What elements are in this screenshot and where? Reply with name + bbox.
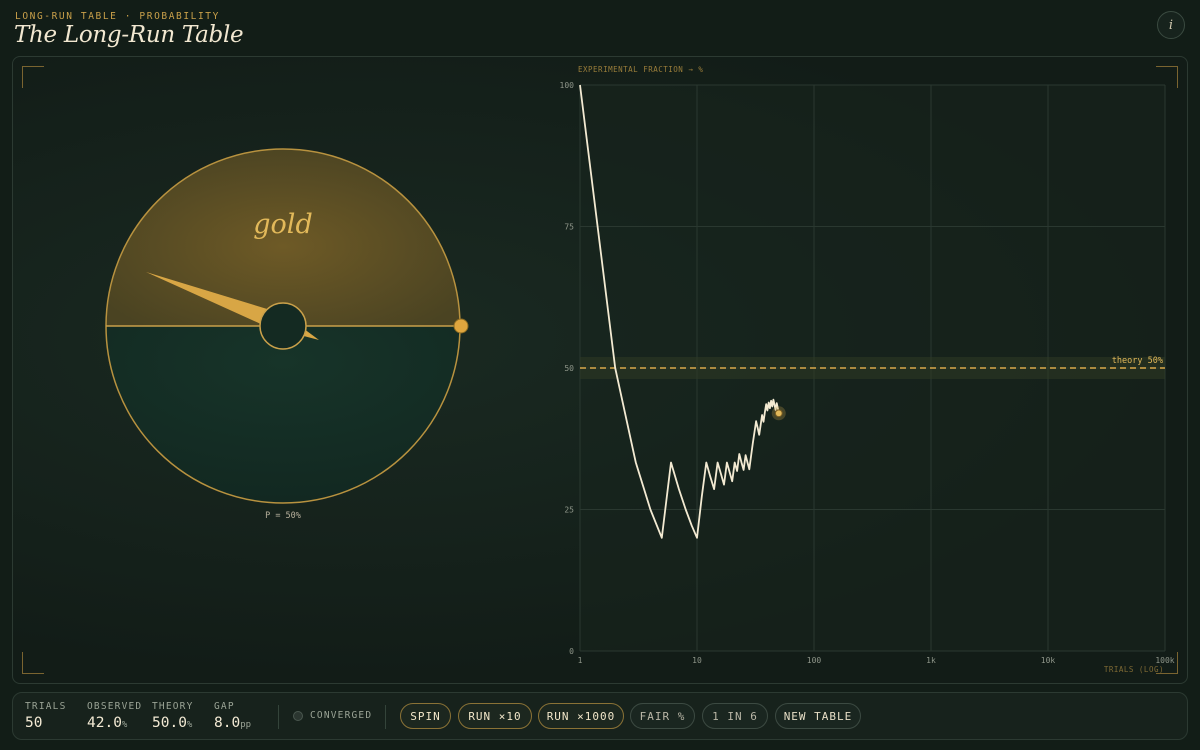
fair-percent-button[interactable]: FAIR % (630, 703, 695, 729)
stat-label: GAP (214, 701, 235, 712)
y-tick-label: 100 (560, 81, 575, 90)
current-point (774, 409, 783, 418)
divider (278, 705, 279, 729)
spinner-wheel[interactable]: gold P = 50% (100, 90, 472, 530)
stat-value: 42.0% (87, 715, 142, 731)
theory-value: 50.0 (152, 715, 187, 731)
wheel-hub (259, 302, 307, 350)
info-button[interactable]: i (1157, 11, 1185, 39)
one-in-six-button[interactable]: 1 IN 6 (702, 703, 768, 729)
y-tick-label: 50 (564, 364, 574, 373)
corner-bracket (22, 66, 44, 88)
stat-value: 50 (25, 715, 67, 731)
y-tick-label: 25 (564, 506, 574, 515)
stat-theory: THEORY 50.0% (152, 701, 194, 731)
divider (385, 705, 386, 729)
spin-button[interactable]: SPIN (400, 703, 451, 729)
chart-title: EXPERIMENTAL FRACTION → % (578, 65, 703, 74)
winning-sector-label: gold (253, 209, 312, 240)
new-table-button[interactable]: NEW TABLE (775, 703, 861, 729)
convergence-chart: 0 25 50 75 100 1 10 100 1k 10k 100k EXPERIMENTAL F… (560, 65, 1175, 674)
run-10-button[interactable]: RUN ×10 (458, 703, 532, 729)
converged-dot-icon (293, 710, 303, 721)
info-icon: i (1168, 17, 1174, 33)
converged-label: CONVERGED (310, 710, 373, 721)
observed-value: 42.0 (87, 715, 122, 731)
converged-indicator: CONVERGED (293, 710, 372, 721)
stat-trials: TRIALS 50 (25, 701, 67, 731)
x-tick-label: 1 (578, 656, 583, 665)
x-tick-label: 100k (1155, 656, 1174, 665)
x-axis-label: TRIALS (LOG) (1104, 665, 1164, 674)
page-title: The Long-Run Table (14, 22, 244, 48)
y-tick-label: 0 (569, 647, 574, 656)
theory-label: theory 50% (1112, 356, 1163, 366)
green-sector (106, 326, 460, 503)
stat-label: TRIALS (25, 701, 67, 712)
x-tick-label: 1k (926, 656, 936, 665)
corner-bracket (22, 652, 44, 674)
gap-unit: pp (240, 720, 252, 730)
gap-value: 8.0 (214, 715, 241, 731)
x-tick-label: 100 (807, 656, 822, 665)
stat-gap: GAP 8.0pp (214, 701, 251, 731)
stat-label: OBSERVED (87, 701, 143, 712)
eyebrow-label: LONG-RUN TABLE · PROBABILITY (15, 11, 220, 22)
stat-observed: OBSERVED 42.0% (87, 701, 142, 731)
x-tick-label: 10 (692, 656, 702, 665)
y-tick-label: 75 (564, 223, 574, 232)
probability-label: P = 50% (265, 511, 301, 521)
control-bar: TRIALS 50 OBSERVED 42.0% THEORY 50.0% GA… (12, 692, 1188, 740)
theory-unit: % (186, 720, 193, 730)
run-1000-button[interactable]: RUN ×1000 (538, 703, 624, 729)
stat-value: 8.0pp (214, 715, 251, 731)
stat-value: 50.0% (152, 715, 194, 731)
marker-dot (453, 318, 469, 334)
trials-value: 50 (25, 715, 43, 731)
x-tick-label: 10k (1041, 656, 1056, 665)
stat-label: THEORY (152, 701, 194, 712)
observed-unit: % (121, 720, 128, 730)
